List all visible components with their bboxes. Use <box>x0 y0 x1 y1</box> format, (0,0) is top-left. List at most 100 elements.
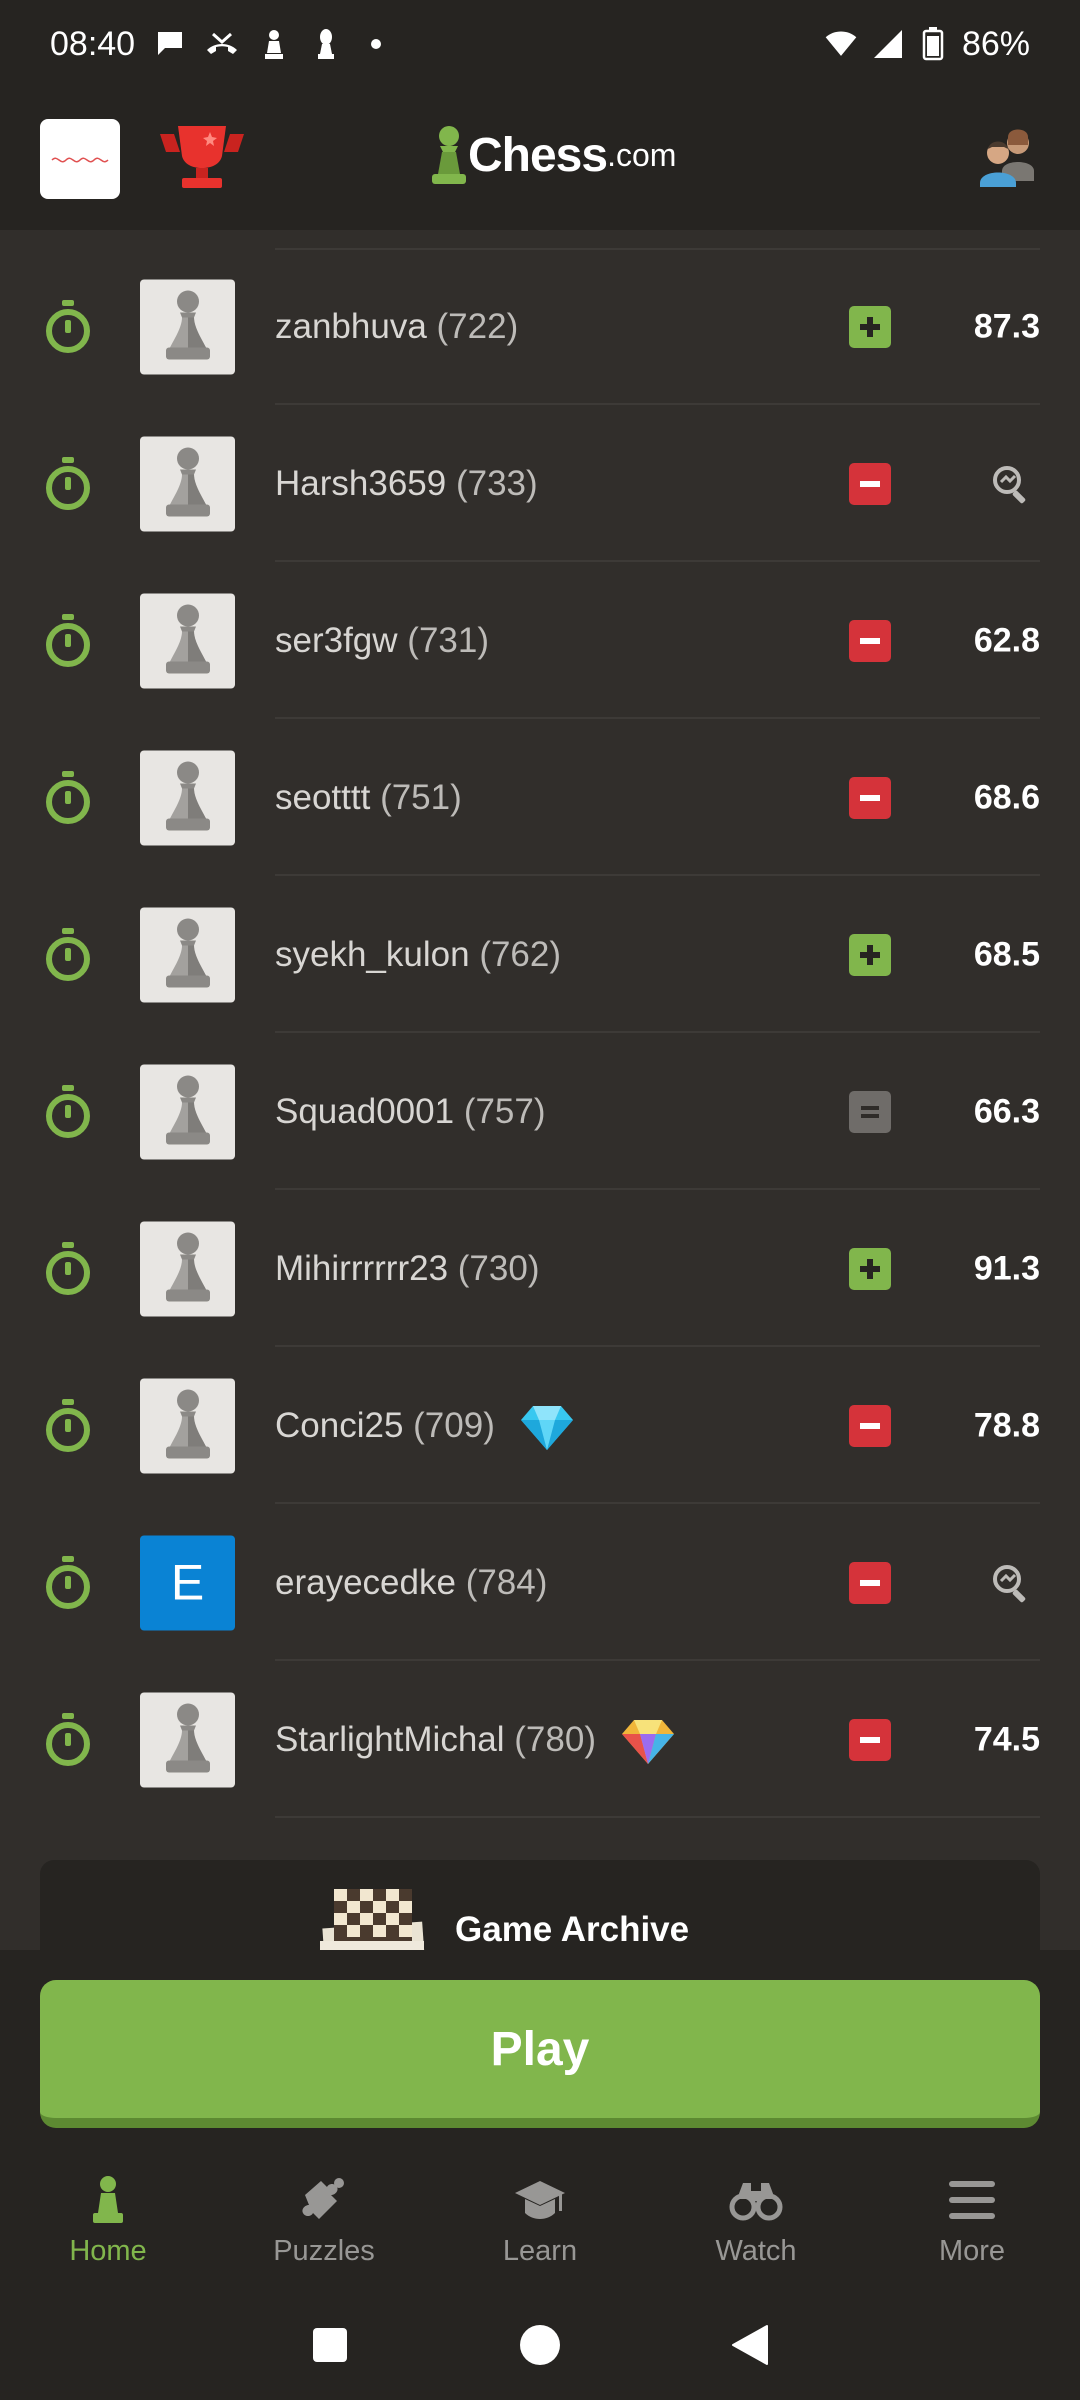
opponent-username: StarlightMichal <box>275 1719 505 1759</box>
avatar[interactable] <box>140 593 235 688</box>
game-row[interactable]: Harsh3659 (733) <box>0 405 1080 562</box>
recent-apps-icon[interactable] <box>311 2326 349 2364</box>
opponent-username: syekh_kulon <box>275 934 470 974</box>
opponent-name: StarlightMichal (780) <box>275 1712 676 1768</box>
trophy-icon[interactable] <box>160 124 244 194</box>
wifi-icon <box>824 27 858 61</box>
opponent-rating: (730) <box>457 1248 540 1288</box>
nav-puzzles-label: Puzzles <box>273 2234 375 2267</box>
game-row[interactable]: syekh_kulon (762) 68.5 <box>0 876 1080 1033</box>
opponent-rating: (757) <box>463 1091 546 1131</box>
pawn-notification-icon <box>257 27 291 61</box>
rapid-clock-icon <box>44 1241 92 1296</box>
win-icon <box>849 1247 891 1290</box>
home-circle-icon[interactable] <box>519 2324 561 2366</box>
opponent-name: seotttt (751) <box>275 778 462 818</box>
status-bar: 08:40 86% <box>0 0 1080 88</box>
nav-more[interactable]: More <box>864 2160 1080 2280</box>
game-row[interactable]: StarlightMichal (780) 74.5 <box>0 1661 1080 1818</box>
avatar[interactable] <box>140 1064 235 1159</box>
analyze-icon[interactable] <box>990 463 1032 505</box>
opponent-username: zanbhuva <box>275 306 427 346</box>
opponent-name: syekh_kulon (762) <box>275 935 561 975</box>
battery-icon <box>916 27 950 61</box>
accuracy-value: 87.3 <box>973 307 1040 345</box>
avatar[interactable] <box>140 1378 235 1473</box>
avatar[interactable]: E <box>140 1535 235 1630</box>
opponent-username: Squad0001 <box>275 1091 455 1131</box>
opponent-rating: (784) <box>465 1562 548 1602</box>
graduation-cap-icon <box>515 2180 565 2219</box>
avatar[interactable] <box>140 436 235 531</box>
opponent-username: Conci25 <box>275 1405 404 1445</box>
nav-watch[interactable]: Watch <box>648 2160 864 2280</box>
game-row[interactable]: Squad0001 (757) 66.3 <box>0 1033 1080 1190</box>
opponent-username: Harsh3659 <box>275 463 447 503</box>
loss-icon <box>849 619 891 662</box>
opponent-name: erayecedke (784) <box>275 1563 547 1603</box>
rapid-clock-icon <box>44 770 92 825</box>
friends-icon[interactable] <box>976 125 1040 189</box>
avatar[interactable] <box>140 279 235 374</box>
opponent-rating: (762) <box>479 934 562 974</box>
game-row[interactable]: Conci25 (709) 78.8 <box>0 1347 1080 1504</box>
avatar[interactable] <box>140 1692 235 1787</box>
loss-icon <box>849 462 891 505</box>
nav-puzzles[interactable]: Puzzles <box>216 2160 432 2280</box>
battery-percentage: 86% <box>961 24 1030 63</box>
back-triangle-icon[interactable] <box>731 2324 769 2366</box>
rainbow-diamond-icon <box>620 1712 676 1768</box>
chat-bubble-icon <box>153 27 187 61</box>
game-row[interactable]: Mihirrrrrr23 (730) 91.3 <box>0 1190 1080 1347</box>
puzzle-icon <box>302 2177 344 2219</box>
nav-watch-label: Watch <box>715 2234 797 2267</box>
rapid-clock-icon <box>44 613 92 668</box>
logo-pawn-icon <box>432 126 466 184</box>
logo-text: Chess <box>468 128 608 182</box>
loss-icon <box>849 1404 891 1447</box>
opponent-name: Squad0001 (757) <box>275 1092 546 1132</box>
analyze-icon[interactable] <box>990 1562 1032 1604</box>
system-navigation-bar <box>0 2290 1080 2400</box>
avatar[interactable] <box>140 907 235 1002</box>
bishop-notification-icon <box>309 27 343 61</box>
opponent-name: ser3fgw (731) <box>275 621 489 661</box>
profile-thumbnail[interactable] <box>40 119 120 199</box>
bottom-navigation: Home Puzzles Learn Watch More <box>0 2160 1080 2280</box>
nav-home-label: Home <box>69 2234 147 2267</box>
opponent-name: Mihirrrrrr23 (730) <box>275 1249 540 1289</box>
game-row[interactable]: ser3fgw (731) 62.8 <box>0 562 1080 719</box>
nav-home[interactable]: Home <box>0 2160 216 2280</box>
recent-games-list: zanbhuva (722) 87.3 Harsh3659 (733) ser3fgw… <box>0 248 1080 1818</box>
rapid-clock-icon <box>44 927 92 982</box>
opponent-rating: (780) <box>514 1719 596 1759</box>
loss-icon <box>849 776 891 819</box>
status-time: 08:40 <box>50 24 136 63</box>
rapid-clock-icon <box>44 1084 92 1139</box>
opponent-rating: (733) <box>455 463 538 503</box>
opponent-username: ser3fgw <box>275 620 398 660</box>
win-icon <box>849 933 891 976</box>
nav-learn[interactable]: Learn <box>432 2160 648 2280</box>
notification-dot-icon <box>371 39 382 49</box>
accuracy-value: 62.8 <box>973 621 1040 659</box>
opponent-rating: (731) <box>407 620 490 660</box>
missed-call-icon <box>205 27 239 61</box>
game-row[interactable]: zanbhuva (722) 87.3 <box>0 248 1080 405</box>
rapid-clock-icon <box>44 299 92 354</box>
accuracy-value: 68.6 <box>973 778 1040 816</box>
menu-icon <box>949 2180 995 2219</box>
opponent-rating: (722) <box>436 306 519 346</box>
game-row[interactable]: seotttt (751) 68.6 <box>0 719 1080 876</box>
avatar[interactable] <box>140 1221 235 1316</box>
avatar[interactable] <box>140 750 235 845</box>
play-button[interactable]: Play <box>40 1980 1040 2128</box>
loss-icon <box>849 1718 891 1761</box>
nav-learn-label: Learn <box>502 2234 578 2267</box>
rapid-clock-icon <box>44 1398 92 1453</box>
game-row[interactable]: Eerayecedke (784) <box>0 1504 1080 1661</box>
accuracy-value: 74.5 <box>973 1720 1040 1758</box>
rapid-clock-icon <box>44 1555 92 1610</box>
opponent-rating: (709) <box>413 1405 495 1445</box>
opponent-username: Mihirrrrrr23 <box>275 1248 449 1288</box>
